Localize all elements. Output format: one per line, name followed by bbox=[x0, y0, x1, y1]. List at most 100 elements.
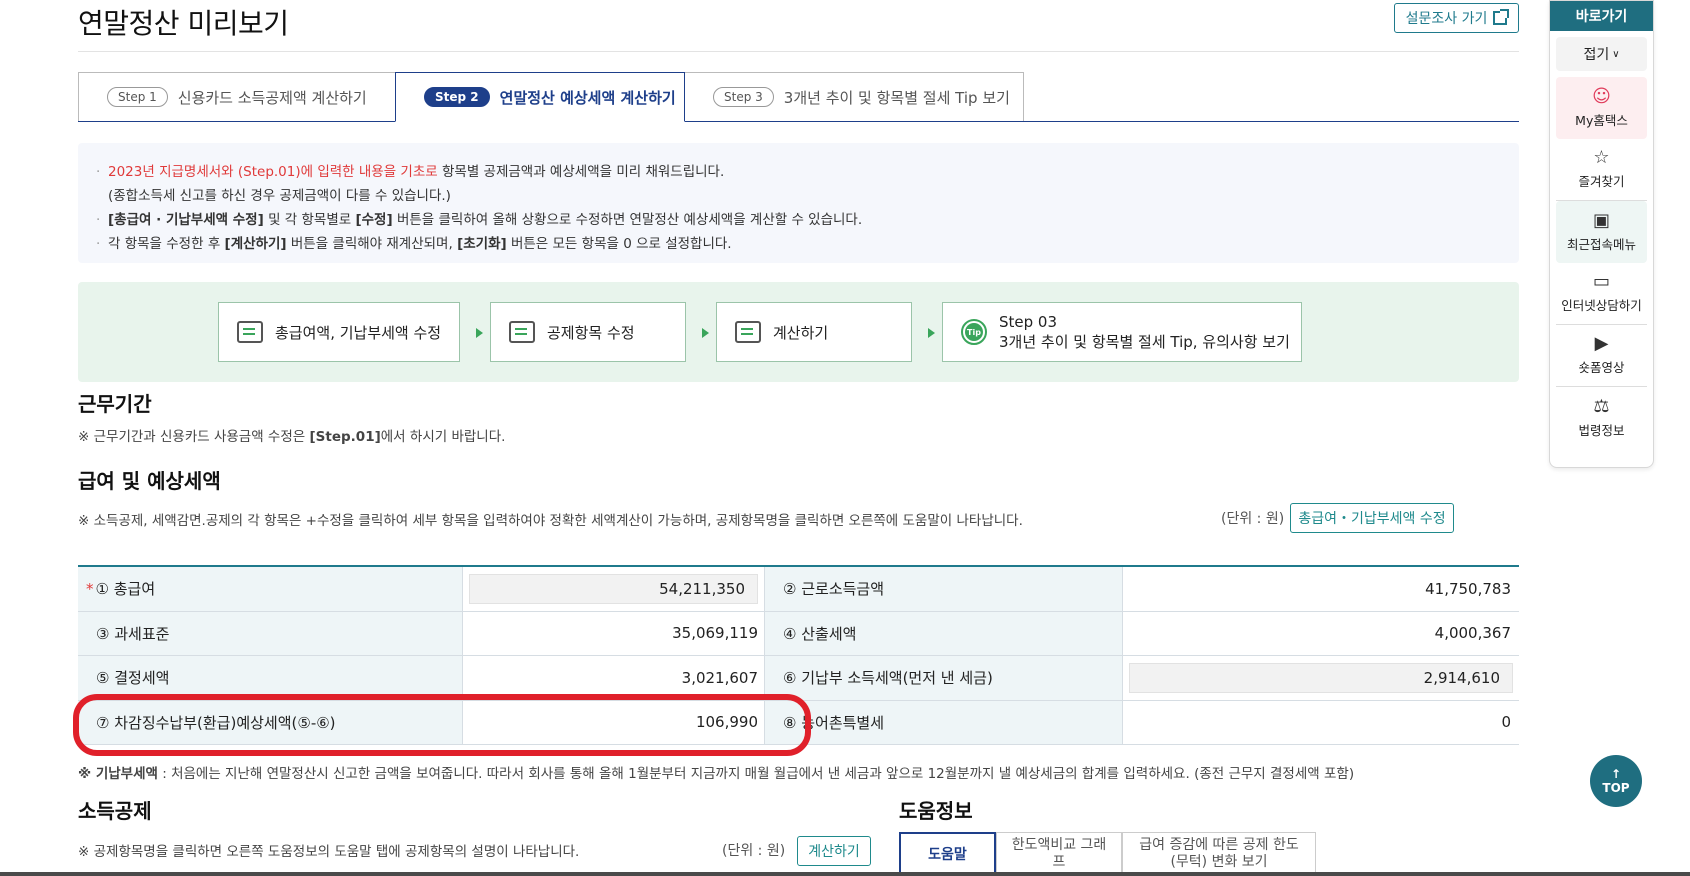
tab-limit-change[interactable]: 급여 증감에 따른 공제 한도(무턱) 변화 보기 bbox=[1122, 832, 1316, 876]
value-cell: 0 bbox=[1501, 713, 1511, 732]
notice-bold: [총급여 · 기납부세액 수정] bbox=[108, 212, 264, 228]
notice-line: [총급여 · 기납부세액 수정] 및 각 항목별로 [수정] 버튼을 클릭하여 … bbox=[96, 208, 1501, 232]
value-cell: 3,021,607 bbox=[463, 656, 765, 700]
tab-help[interactable]: 도움말 bbox=[899, 832, 996, 876]
income-deduction-title: 소득공제 bbox=[78, 799, 152, 823]
quick-label: 최근접속메뉴 bbox=[1566, 236, 1636, 252]
work-period-note: ※ 근무기간과 신용카드 사용금액 수정은 [Step.01]에서 하시기 바랍… bbox=[78, 425, 505, 445]
help-info-title: 도움정보 bbox=[899, 799, 973, 823]
step3-tip-button[interactable]: Step 03 3개년 추이 및 항목별 절세 Tip, 유의사항 보기 bbox=[942, 302, 1302, 362]
notice-text: 버튼은 모든 항목을 0 으로 설정합니다. bbox=[506, 236, 732, 252]
tab-step1[interactable]: Step 1 신용카드 소득공제액 계산하기 bbox=[78, 72, 396, 122]
value-cell: 4,000,367 bbox=[1434, 624, 1511, 643]
notice-text: 항목별 공제금액과 예상세액을 미리 채워드립니다. bbox=[437, 164, 725, 180]
quick-label: 법령정보 bbox=[1578, 422, 1625, 438]
arrow-right-icon bbox=[928, 328, 935, 338]
label-total-salary[interactable]: * ① 총급여 bbox=[78, 567, 463, 611]
table-row: * ① 총급여 54,211,350 ② 근로소득금액 41,750,783 bbox=[78, 567, 1519, 612]
prepaid-tax-footnote: ※ 기납부세액 : 처음에는 지난해 연말정산시 신고한 금액을 보여줍니다. … bbox=[78, 762, 1354, 782]
edit-form-icon bbox=[237, 321, 263, 343]
label-earned-income[interactable]: ② 근로소득금액 bbox=[765, 567, 1123, 611]
required-mark: * bbox=[86, 579, 94, 598]
calculator-icon bbox=[735, 321, 761, 343]
quick-label: My홈택스 bbox=[1575, 112, 1628, 128]
step-label: 총급여액, 기납부세액 수정 bbox=[275, 323, 442, 342]
arrow-right-icon bbox=[702, 328, 709, 338]
quick-label: 즐겨찾기 bbox=[1578, 174, 1625, 189]
divider bbox=[78, 51, 1519, 52]
edit-salary-step-button[interactable]: 총급여액, 기납부세액 수정 bbox=[218, 302, 460, 362]
notice-line: 각 항목을 수정한 후 [계산하기] 버튼을 클릭해야 재계산되며, [초기화]… bbox=[96, 232, 1501, 256]
step-pill: Step 2 bbox=[424, 87, 490, 107]
tab-step2[interactable]: Step 2 연말정산 예상세액 계산하기 bbox=[395, 72, 685, 122]
quick-consult[interactable]: ▭ 인터넷상담하기 bbox=[1556, 263, 1647, 325]
user-icon: ☺ bbox=[1592, 85, 1611, 107]
note-text: : 처음에는 지난해 연말정산시 신고한 금액을 보여줍니다. 따라서 회사를 … bbox=[157, 766, 1355, 782]
label-calculated-tax[interactable]: ④ 산출세액 bbox=[765, 611, 1123, 655]
unit-label: (단위 : 원) bbox=[1221, 511, 1285, 527]
edit-form-icon bbox=[509, 321, 535, 343]
tab-label: 3개년 추이 및 항목별 절세 Tip 보기 bbox=[783, 88, 1010, 107]
note-bold: ※ 기납부세액 bbox=[78, 766, 158, 782]
note-bold: [Step.01] bbox=[309, 429, 381, 445]
quick-law-info[interactable]: ⚖ 법령정보 bbox=[1556, 387, 1647, 449]
survey-label: 설문조사 가기 bbox=[1405, 11, 1488, 27]
main-content: 연말정산 미리보기 설문조사 가기 Step 1 신용카드 소득공제액 계산하기… bbox=[0, 0, 1690, 876]
label-determined-tax[interactable]: ⑤ 결정세액 bbox=[78, 656, 463, 700]
scroll-top-button[interactable]: ↑ TOP bbox=[1590, 755, 1642, 807]
star-icon: ☆ bbox=[1593, 147, 1610, 168]
play-icon: ▶ bbox=[1594, 333, 1609, 354]
calculate-step-button[interactable]: 계산하기 bbox=[716, 302, 912, 362]
quick-shortform[interactable]: ▶ 숏폼영상 bbox=[1556, 325, 1647, 387]
gavel-icon: ⚖ bbox=[1593, 395, 1610, 417]
quick-label: 숏폼영상 bbox=[1578, 360, 1625, 375]
chat-icon: ▭ bbox=[1592, 271, 1610, 292]
quick-favorites[interactable]: ☆ 즐겨찾기 bbox=[1556, 139, 1647, 201]
step-label: 공제항목 수정 bbox=[547, 323, 635, 342]
tab-step3[interactable]: Step 3 3개년 추이 및 항목별 절세 Tip 보기 bbox=[684, 72, 1024, 122]
page-title: 연말정산 미리보기 bbox=[78, 7, 289, 40]
note-text: ※ 근무기간과 신용카드 사용금액 수정은 bbox=[78, 429, 310, 445]
steps-guide: 총급여액, 기납부세액 수정 공제항목 수정 계산하기 Step 03 3개년 … bbox=[78, 282, 1519, 382]
help-tabs: 도움말 한도액비교 그래프 급여 증감에 따른 공제 한도(무턱) 변화 보기 bbox=[899, 832, 1316, 876]
highlight-annotation bbox=[73, 694, 811, 756]
notice-text: 및 각 항목별로 bbox=[263, 212, 356, 228]
edit-salary-button[interactable]: 총급여・기납부세액 수정 bbox=[1290, 503, 1454, 533]
recent-menu-icon: ▣ bbox=[1592, 209, 1610, 231]
salary-note: ※ 소득공제, 세액감면.공제의 각 항목은 +수정을 클릭하여 세부 항목을 … bbox=[78, 513, 1023, 529]
quick-recent-menu[interactable]: ▣ 최근접속메뉴 bbox=[1556, 201, 1647, 263]
chevron-down-icon: ∨ bbox=[1612, 48, 1620, 60]
income-deduction-note: ※ 공제항목명을 클릭하면 오른쪽 도움정보의 도움말 탭에 공제항목의 설명이… bbox=[78, 844, 580, 860]
work-period-title: 근무기간 bbox=[78, 392, 152, 416]
quick-my-hometax[interactable]: ☺ My홈택스 bbox=[1556, 77, 1647, 139]
survey-button[interactable]: 설문조사 가기 bbox=[1394, 3, 1519, 33]
notice-text: 각 항목을 수정한 후 bbox=[108, 236, 225, 252]
notice-box: 2023년 지급명세서와 (Step.01)에 입력한 내용을 기초로 항목별 … bbox=[78, 143, 1519, 263]
fold-label: 접기 bbox=[1583, 47, 1610, 63]
scrollbar-bottom bbox=[0, 872, 1690, 876]
arrow-right-icon bbox=[476, 328, 483, 338]
value-cell: 54,211,350 bbox=[463, 567, 765, 611]
step-label: 계산하기 bbox=[773, 323, 829, 342]
notice-text: 버튼을 클릭하여 올해 상황으로 수정하면 연말정산 예상세액을 계산할 수 있… bbox=[392, 212, 863, 228]
notice-line: 2023년 지급명세서와 (Step.01)에 입력한 내용을 기초로 항목별 … bbox=[96, 160, 1501, 184]
step-label-group: Step 03 3개년 추이 및 항목별 절세 Tip, 유의사항 보기 bbox=[999, 312, 1290, 352]
notice-highlight: 2023년 지급명세서와 (Step.01)에 입력한 내용을 기초로 bbox=[108, 164, 438, 180]
notice-line: (종합소득세 신고를 하신 경우 공제금액이 다를 수 있습니다.) bbox=[96, 184, 1501, 208]
edit-deduction-step-button[interactable]: 공제항목 수정 bbox=[490, 302, 686, 362]
notice-bold: [초기화] bbox=[457, 236, 507, 252]
top-label: TOP bbox=[1602, 781, 1630, 795]
tab-limit-graph[interactable]: 한도액비교 그래프 bbox=[996, 832, 1122, 876]
label-tax-base[interactable]: ③ 과세표준 bbox=[78, 611, 463, 655]
tab-label: 연말정산 예상세액 계산하기 bbox=[499, 88, 676, 107]
table-row: ③ 과세표준 35,069,119 ④ 산출세액 4,000,367 bbox=[78, 611, 1519, 656]
label-prepaid-tax[interactable]: ⑥ 기납부 소득세액(먼저 낸 세금) bbox=[765, 656, 1123, 700]
value-cell: 35,069,119 bbox=[463, 611, 765, 655]
quick-menu-header: 바로가기 bbox=[1550, 1, 1653, 31]
tab-label: 신용카드 소득공제액 계산하기 bbox=[177, 88, 367, 107]
calculate-button[interactable]: 계산하기 bbox=[797, 836, 871, 866]
external-link-icon bbox=[1493, 9, 1510, 25]
unit-label: (단위 : 원) bbox=[722, 843, 786, 859]
label-rural-tax[interactable]: ⑧ 농어촌특별세 bbox=[765, 700, 1123, 744]
fold-button[interactable]: 접기 ∨ bbox=[1556, 37, 1647, 71]
